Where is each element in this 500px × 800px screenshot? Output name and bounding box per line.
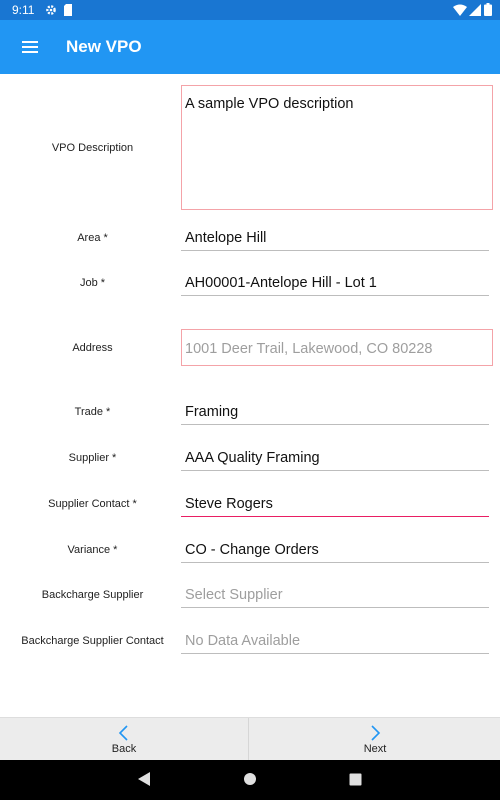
vpo-description-value: A sample VPO description — [185, 96, 354, 112]
job-label: Job * — [79, 277, 106, 289]
address-input[interactable]: 1001 Deer Trail, Lakewood, CO 80228 — [181, 329, 493, 366]
job-value: AH00001-Antelope Hill - Lot 1 — [185, 275, 377, 291]
supplier-value: AAA Quality Framing — [185, 450, 320, 466]
back-button[interactable]: Back — [0, 718, 249, 761]
supplier-contact-label: Supplier Contact * — [48, 498, 137, 510]
next-label: Next — [363, 743, 387, 755]
area-label: Area * — [77, 232, 108, 244]
variance-value: CO - Change Orders — [185, 542, 319, 558]
supplier-contact-value: Steve Rogers — [185, 496, 273, 512]
chevron-left-icon — [118, 725, 128, 741]
back-triangle-icon[interactable] — [137, 771, 151, 792]
backcharge-supplier-contact-field[interactable]: No Data Available — [181, 620, 489, 654]
home-circle-icon[interactable] — [243, 772, 257, 791]
vpo-description-input[interactable]: A sample VPO description — [181, 85, 493, 210]
variance-field[interactable]: CO - Change Orders — [181, 529, 489, 563]
gear-icon — [45, 3, 57, 21]
backcharge-supplier-contact-placeholder: No Data Available — [185, 633, 301, 649]
supplier-contact-field[interactable]: Steve Rogers — [181, 483, 489, 517]
backcharge-supplier-contact-label: Backcharge Supplier Contact — [21, 635, 164, 647]
vpo-description-label: VPO Description — [51, 142, 134, 154]
system-nav-bar — [0, 760, 500, 800]
backcharge-supplier-label: Backcharge Supplier — [41, 589, 144, 601]
supplier-label: Supplier * — [68, 452, 117, 464]
wifi-icon — [453, 3, 467, 21]
hamburger-menu-icon[interactable] — [16, 34, 44, 60]
battery-icon — [484, 3, 492, 21]
address-label: Address — [72, 342, 113, 354]
supplier-field[interactable]: AAA Quality Framing — [181, 437, 489, 471]
chevron-right-icon — [371, 725, 381, 741]
bottom-nav: Back Next — [0, 717, 500, 761]
area-field[interactable]: Antelope Hill — [181, 217, 489, 251]
signal-icon — [469, 3, 481, 21]
trade-value: Framing — [185, 404, 239, 420]
status-bar: 9:11 — [0, 0, 500, 20]
back-label: Back — [111, 743, 137, 755]
area-value: Antelope Hill — [185, 230, 267, 246]
job-field[interactable]: AH00001-Antelope Hill - Lot 1 — [181, 262, 489, 296]
page-title: New VPO — [66, 37, 142, 56]
trade-label: Trade * — [74, 406, 111, 418]
next-button[interactable]: Next — [250, 718, 500, 761]
recents-square-icon[interactable] — [349, 773, 362, 791]
status-time: 9:11 — [12, 3, 35, 17]
app-bar: New VPO — [0, 20, 500, 74]
variance-label: Variance * — [67, 544, 118, 556]
backcharge-supplier-placeholder: Select Supplier — [185, 587, 283, 603]
backcharge-supplier-field[interactable]: Select Supplier — [181, 574, 489, 608]
trade-field[interactable]: Framing — [181, 391, 489, 425]
sd-card-icon — [63, 3, 73, 21]
address-placeholder: 1001 Deer Trail, Lakewood, CO 80228 — [185, 341, 433, 357]
